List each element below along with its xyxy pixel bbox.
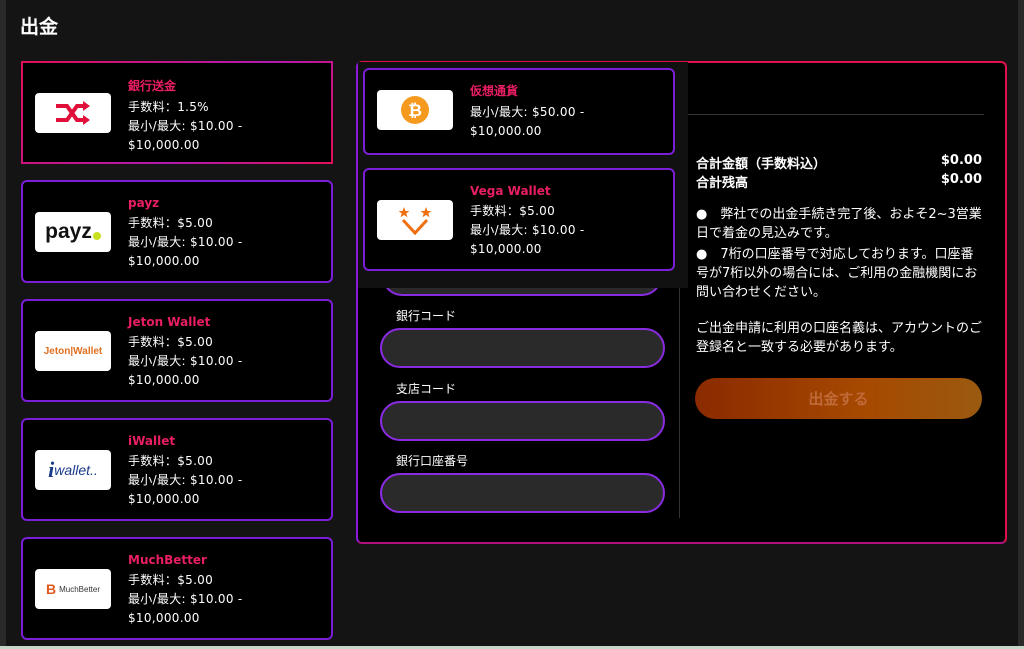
method-limits: 最小/最大: $10.00 - [128, 473, 243, 487]
payz-logo-text: payz [45, 220, 92, 243]
method-name: Vega Wallet [470, 184, 551, 198]
iwallet-logo-text: wallet.. [54, 462, 98, 478]
bank-transfer-logo [35, 93, 111, 133]
method-name: payz [128, 196, 160, 210]
total-amount-row: 合計金額（手数料込） $0.00 [696, 153, 982, 172]
method-fee: 手数料：1.5% [128, 100, 209, 114]
method-limits: 最小/最大: $10.00 - [128, 354, 243, 368]
iwallet-logo: i wallet.. [35, 450, 111, 490]
withdraw-submit-button[interactable]: 出金する [695, 378, 982, 419]
summary-divider [688, 114, 984, 115]
payz-logo: payz [35, 212, 111, 252]
method-card-muchbetter[interactable]: B MuchBetter MuchBetter 手数料：$5.00 最小/最大:… [21, 537, 333, 640]
method-limits-max: $10,000.00 [470, 242, 542, 256]
method-limits-max: $10,000.00 [128, 254, 200, 268]
right-edge [1018, 0, 1024, 649]
method-name: 仮想通貨 [470, 84, 519, 98]
page-title: 出金 [20, 16, 59, 38]
shuffle-arrows-icon [56, 101, 90, 125]
method-fee: 手数料：$5.00 [128, 216, 214, 230]
method-name: iWallet [128, 434, 176, 448]
note-account-digits: ● 7桁の口座番号で対応しております。口座番号が7桁以外の場合には、ご利用の金融… [696, 247, 978, 300]
jeton-logo-text: Jeton|Wallet [43, 345, 103, 357]
account-number-input[interactable] [380, 473, 665, 513]
method-limits-max: $10,000.00 [128, 611, 200, 625]
method-card-bank-transfer[interactable]: 銀行送金 手数料：1.5% 最小/最大: $10.00 - $10,000.00 [21, 61, 333, 164]
total-amount-value: $0.00 [940, 153, 982, 168]
method-limits-max: $10,000.00 [128, 492, 200, 506]
method-limits: 最小/最大: $10.00 - [128, 592, 243, 606]
total-balance-label: 合計残高 [696, 176, 749, 191]
method-limits-max: $10,000.00 [470, 124, 542, 138]
method-fee: 手数料：$5.00 [470, 204, 556, 218]
method-name: MuchBetter [128, 553, 207, 567]
branch-code-input[interactable] [380, 401, 665, 441]
method-limits: 最小/最大: $10.00 - [470, 223, 585, 237]
method-fee: 手数料：$5.00 [128, 454, 214, 468]
method-card-crypto[interactable]: ₿ 仮想通貨 最小/最大: $50.00 - $10,000.00 [363, 68, 675, 155]
method-card-jeton-wallet[interactable]: Jeton|Wallet Jeton Wallet 手数料：$5.00 最小/最… [21, 299, 333, 402]
total-amount-label: 合計金額（手数料込） [696, 157, 827, 172]
vega-wallet-logo [377, 200, 453, 240]
muchbetter-logo-text: MuchBetter [59, 584, 101, 594]
branch-code-label: 支店コード [396, 382, 457, 396]
payz-dot-icon [92, 232, 101, 240]
method-card-iwallet[interactable]: i wallet.. iWallet 手数料：$5.00 最小/最大: $10.… [21, 418, 333, 521]
method-name: 銀行送金 [128, 79, 177, 93]
vega-wallet-icon [398, 207, 432, 236]
bank-code-label: 銀行コード [396, 309, 457, 323]
crypto-logo: ₿ [377, 90, 453, 130]
method-limits: 最小/最大: $10.00 - [128, 235, 243, 249]
method-fee: 手数料：$5.00 [128, 335, 214, 349]
method-name: Jeton Wallet [128, 315, 211, 329]
note-account-holder: ご出金申請に利用の口座名義は、アカウントのご登録名と一致する必要があります。 [696, 321, 983, 355]
jeton-wallet-logo: Jeton|Wallet [35, 331, 111, 371]
method-fee: 手数料：$5.00 [128, 573, 214, 587]
muchbetter-logo: B MuchBetter [35, 569, 111, 609]
total-balance-value: $0.00 [940, 172, 982, 187]
account-number-label: 銀行口座番号 [396, 454, 469, 468]
note-processing-time: ● 弊社での出金手続き完了後、およそ2~3営業日で着金の見込みです。 [696, 207, 982, 241]
total-balance-row: 合計残高 $0.00 [696, 172, 982, 191]
left-edge [0, 0, 6, 649]
method-dropdown: ₿ 仮想通貨 最小/最大: $50.00 - $10,000.00 Vega W… [358, 62, 688, 288]
muchbetter-b-icon: B [45, 581, 57, 597]
method-card-payz[interactable]: payz payz 手数料：$5.00 最小/最大: $10.00 - $10,… [21, 180, 333, 283]
bank-code-input[interactable] [380, 328, 665, 368]
svg-text:₿: ₿ [408, 101, 422, 121]
bitcoin-icon: ₿ [401, 96, 429, 124]
method-limits-max: $10,000.00 [128, 138, 200, 152]
method-limits: 最小/最大: $50.00 - [470, 105, 585, 119]
method-card-vega-wallet[interactable]: Vega Wallet 手数料：$5.00 最小/最大: $10.00 - $1… [363, 168, 675, 271]
method-limits-max: $10,000.00 [128, 373, 200, 387]
method-limits: 最小/最大: $10.00 - [128, 119, 243, 133]
